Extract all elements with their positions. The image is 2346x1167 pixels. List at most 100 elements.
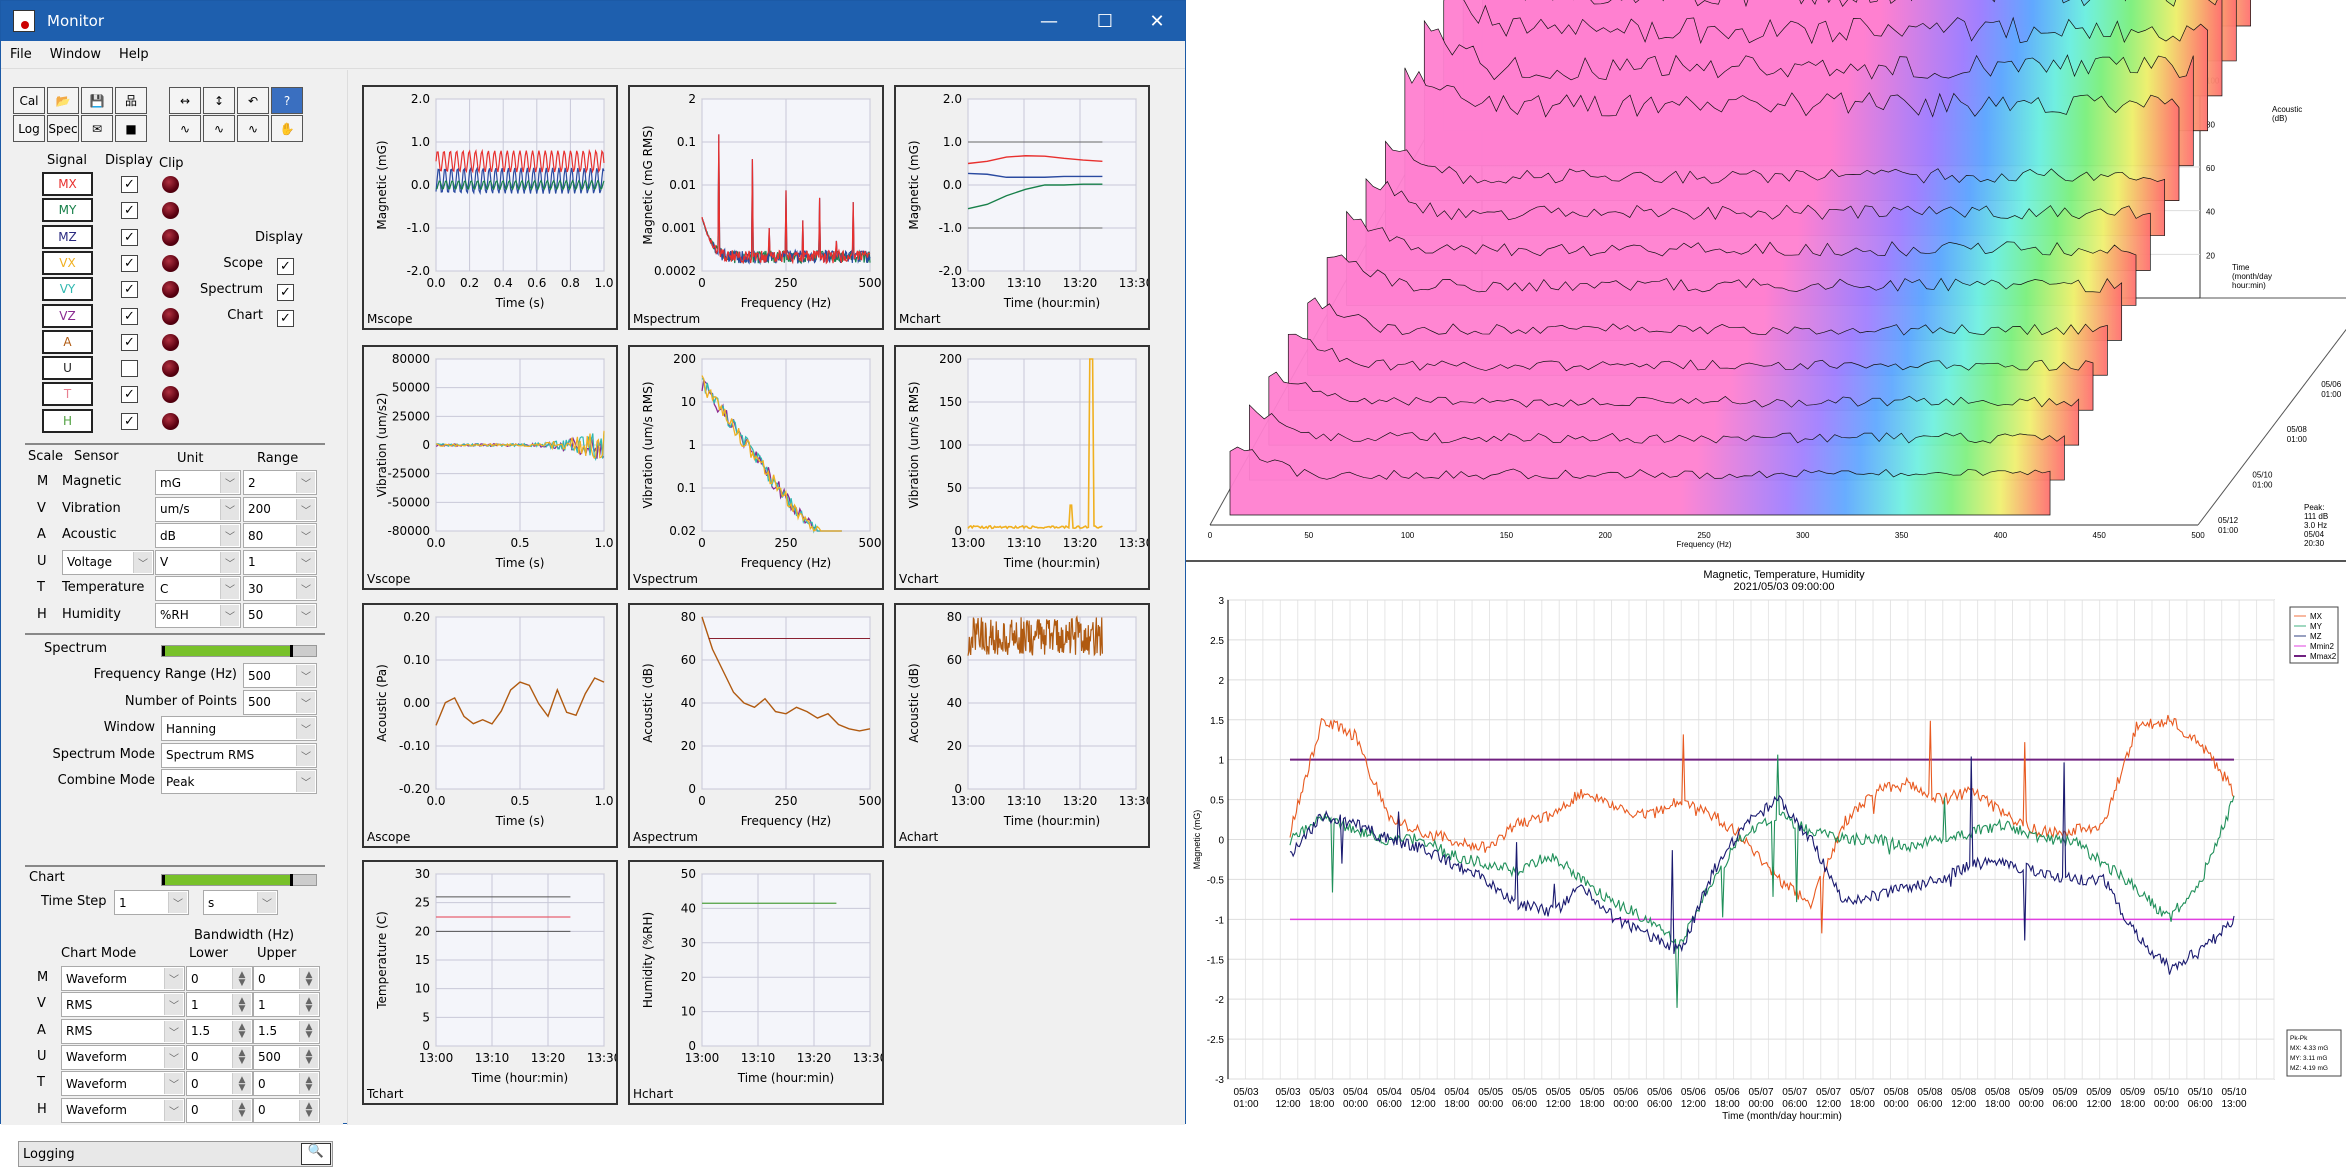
number-of-points-dropdown[interactable]: 500 ﹀ <box>243 689 317 715</box>
range-dropdown-u[interactable]: 1 ﹀ <box>243 549 317 575</box>
clip-led-t <box>162 386 179 404</box>
menu-window[interactable]: Window <box>41 47 110 62</box>
unit-dropdown-h[interactable]: %RH ﹀ <box>155 602 241 628</box>
pan-hand-icon[interactable]: ✋ <box>271 115 303 142</box>
x-tick-time: 18:00 <box>1985 1099 2010 1110</box>
display-option-spectrum-checkbox[interactable]: ✓ <box>277 284 294 301</box>
spinner-icon[interactable]: ▲ ▼ <box>299 968 318 989</box>
display-checkbox-mz[interactable]: ✓ <box>121 228 138 246</box>
upper-bandwidth-input-t[interactable]: 0 ▲ ▼ <box>253 1071 320 1097</box>
chart-mode-dropdown-v[interactable]: RMS ﹀ <box>61 992 185 1018</box>
unit-dropdown-t[interactable]: C ﹀ <box>155 576 241 601</box>
signal-my[interactable]: MY <box>42 198 93 223</box>
display-option-scope-checkbox[interactable]: ✓ <box>277 258 294 275</box>
time-step-dropdown[interactable]: 1 ﹀ <box>114 890 189 915</box>
upper-bandwidth-input-v[interactable]: 1 ▲ ▼ <box>253 992 320 1018</box>
spinner-icon[interactable]: ▲ ▼ <box>299 1073 318 1095</box>
menu-help[interactable]: Help <box>110 47 158 62</box>
lower-bandwidth-input-u[interactable]: 0 ▲ ▼ <box>186 1044 253 1070</box>
chart-mode-dropdown-a[interactable]: RMS ﹀ <box>61 1018 185 1044</box>
display-checkbox-my[interactable]: ✓ <box>121 202 138 220</box>
upper-bandwidth-input-a[interactable]: 1.5 ▲ ▼ <box>253 1018 320 1044</box>
signal-vz[interactable]: VZ <box>42 303 93 328</box>
lower-bandwidth-input-v[interactable]: 1 ▲ ▼ <box>186 992 253 1018</box>
display-checkbox-t[interactable]: ✓ <box>121 386 138 404</box>
spinner-icon[interactable]: ▲ ▼ <box>299 1099 318 1121</box>
range-dropdown-a[interactable]: 80 ﹀ <box>243 523 317 548</box>
spectrum-title: Spectrum <box>44 641 107 656</box>
save-disk-icon[interactable]: 💾 <box>81 87 113 114</box>
signal-h[interactable]: H <box>42 408 93 433</box>
minimize-button[interactable]: — <box>1021 1 1077 41</box>
display-checkbox-h[interactable]: ✓ <box>121 412 138 430</box>
chart-mode-dropdown-h[interactable]: Waveform ﹀ <box>61 1097 185 1123</box>
display-checkbox-vz[interactable]: ✓ <box>121 307 138 325</box>
spinner-icon[interactable]: ▲ ▼ <box>232 1020 251 1042</box>
signal-u[interactable]: U <box>42 356 93 381</box>
display-option-chart-checkbox[interactable]: ✓ <box>277 310 294 327</box>
upper-bandwidth-input-m[interactable]: 0 ▲ ▼ <box>253 966 320 991</box>
signal-mz[interactable]: MZ <box>42 224 93 249</box>
signal-vy[interactable]: VY <box>42 277 93 302</box>
log-view-icon[interactable]: 🔍 <box>301 1143 331 1165</box>
signal-a[interactable]: A <box>42 329 93 354</box>
zoom-box-icon[interactable]: ∿ <box>237 115 269 142</box>
lower-bandwidth-input-m[interactable]: 0 ▲ ▼ <box>186 966 253 991</box>
window-dropdown[interactable]: Hanning ﹀ <box>161 716 317 741</box>
undo-icon[interactable]: ↶ <box>237 87 269 114</box>
envelope-icon[interactable]: ✉ <box>81 115 113 142</box>
range-dropdown-v[interactable]: 200 ﹀ <box>243 496 317 522</box>
range-dropdown-h[interactable]: 50 ﹀ <box>243 602 317 628</box>
close-button[interactable]: ✕ <box>1129 1 1185 41</box>
chart-mode-dropdown-u[interactable]: Waveform ﹀ <box>61 1044 185 1070</box>
log-button[interactable]: Log <box>13 115 45 142</box>
spectrum-mode-dropdown[interactable]: Spectrum RMS ﹀ <box>161 742 317 768</box>
frequency-range-dropdown[interactable]: 500 ﹀ <box>243 663 317 688</box>
chart-mode-dropdown-m[interactable]: Waveform ﹀ <box>61 966 185 991</box>
help-icon[interactable]: ? <box>271 87 303 114</box>
chart-mode-dropdown-t[interactable]: Waveform ﹀ <box>61 1071 185 1097</box>
display-checkbox-a[interactable]: ✓ <box>121 333 138 351</box>
spec-button[interactable]: Spec <box>47 115 79 142</box>
zoom-x-icon[interactable]: ∿ <box>169 115 201 142</box>
spinner-icon[interactable]: ▲ ▼ <box>232 1073 251 1095</box>
zoom-y-icon[interactable]: ∿ <box>203 115 235 142</box>
unit-dropdown-a[interactable]: dB ﹀ <box>155 523 241 548</box>
lower-bandwidth-input-t[interactable]: 0 ▲ ▼ <box>186 1071 253 1097</box>
spinner-icon[interactable]: ▲ ▼ <box>299 1046 318 1068</box>
range-dropdown-t[interactable]: 30 ﹀ <box>243 576 317 601</box>
range-dropdown-m[interactable]: 2 ﹀ <box>243 470 317 495</box>
unit-dropdown-u[interactable]: V ﹀ <box>155 549 241 575</box>
menu-file[interactable]: File <box>1 47 41 62</box>
spinner-icon[interactable]: ▲ ▼ <box>232 1099 251 1121</box>
unit-dropdown-v[interactable]: um/s ﹀ <box>155 496 241 522</box>
display-checkbox-vy[interactable]: ✓ <box>121 281 138 299</box>
spinner-icon[interactable]: ▲ ▼ <box>299 994 318 1016</box>
open-folder-icon[interactable]: 📂 <box>47 87 79 114</box>
spinner-icon[interactable]: ▲ ▼ <box>232 994 251 1016</box>
display-checkbox-mx[interactable]: ✓ <box>121 176 138 193</box>
upper-bandwidth-input-h[interactable]: 0 ▲ ▼ <box>253 1097 320 1123</box>
maximize-button[interactable]: ☐ <box>1077 1 1133 41</box>
y-scale-icon[interactable]: ↕ <box>203 87 235 114</box>
upper-bandwidth-input-u[interactable]: 500 ▲ ▼ <box>253 1044 320 1070</box>
lower-bandwidth-input-h[interactable]: 0 ▲ ▼ <box>186 1097 253 1123</box>
spinner-icon[interactable]: ▲ ▼ <box>299 1020 318 1042</box>
spinner-icon[interactable]: ▲ ▼ <box>232 1046 251 1068</box>
unit-dropdown-m[interactable]: mG ﹀ <box>155 470 241 495</box>
cal-button[interactable]: Cal <box>13 87 45 114</box>
lower-bandwidth-input-a[interactable]: 1.5 ▲ ▼ <box>186 1018 253 1044</box>
network-icon[interactable]: 品 <box>115 87 147 114</box>
time-unit-dropdown[interactable]: s ﹀ <box>203 890 278 915</box>
x-axis-label: Frequency (Hz) <box>741 296 832 310</box>
display-checkbox-vx[interactable]: ✓ <box>121 254 138 272</box>
x-scale-icon[interactable]: ↔ <box>169 87 201 114</box>
spinner-icon[interactable]: ▲ ▼ <box>232 968 251 989</box>
signal-vx[interactable]: VX <box>42 250 93 275</box>
camera-icon[interactable]: ■ <box>115 115 147 142</box>
combine-mode-dropdown[interactable]: Peak ﹀ <box>161 769 317 794</box>
sensor-dropdown[interactable]: Voltage ﹀ <box>62 549 154 575</box>
display-checkbox-u[interactable] <box>121 360 138 378</box>
signal-t[interactable]: T <box>42 382 93 407</box>
signal-mx[interactable]: MX <box>42 172 93 196</box>
